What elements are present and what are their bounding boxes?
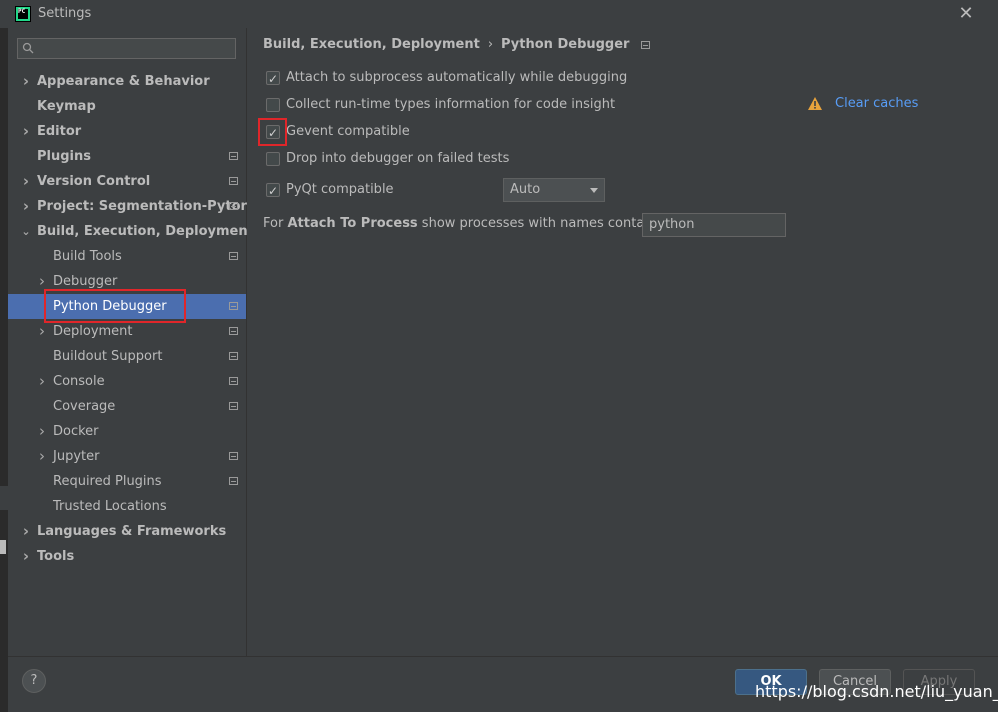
chevron-right-icon[interactable]: › bbox=[21, 194, 31, 219]
sidebar-item[interactable]: Trusted Locations bbox=[8, 494, 246, 519]
attach-process-label: For Attach To Process show processes wit… bbox=[263, 216, 681, 231]
breadcrumb-separator: › bbox=[487, 37, 494, 52]
sidebar-item-label: Languages & Frameworks bbox=[37, 524, 227, 539]
sidebar-item[interactable]: Coverage bbox=[8, 394, 246, 419]
attach-bold: Attach To Process bbox=[287, 216, 418, 231]
attach-prefix: For bbox=[263, 216, 288, 231]
sidebar-item[interactable]: › Docker bbox=[8, 419, 246, 444]
project-level-icon bbox=[229, 152, 238, 160]
window-title: Settings bbox=[38, 6, 92, 21]
sidebar-item[interactable]: Buildout Support bbox=[8, 344, 246, 369]
sidebar-item-label: Version Control bbox=[37, 174, 151, 189]
project-level-icon bbox=[229, 477, 238, 485]
background-ide-marker bbox=[0, 540, 6, 554]
project-level-icon bbox=[229, 377, 238, 385]
sidebar-item-label: Keymap bbox=[37, 99, 96, 114]
sidebar-item[interactable]: Required Plugins bbox=[8, 469, 246, 494]
option-label: Attach to subprocess automatically while… bbox=[286, 70, 628, 85]
project-level-icon bbox=[229, 452, 238, 460]
search-icon bbox=[22, 42, 34, 54]
sidebar-item-label: Coverage bbox=[53, 399, 116, 414]
project-level-icon bbox=[229, 352, 238, 360]
sidebar-item[interactable]: › Console bbox=[8, 369, 246, 394]
sidebar-item[interactable]: Build Tools bbox=[8, 244, 246, 269]
option-label: PyQt compatible bbox=[286, 182, 394, 197]
project-level-icon bbox=[229, 327, 238, 335]
chevron-right-icon[interactable]: › bbox=[21, 544, 31, 569]
sidebar-item[interactable]: Plugins bbox=[8, 144, 246, 169]
sidebar-item-label: Build Tools bbox=[53, 249, 122, 264]
sidebar-item-label: Tools bbox=[37, 549, 75, 564]
option-label: Gevent compatible bbox=[286, 124, 410, 139]
sidebar-item-label: Plugins bbox=[37, 149, 91, 164]
chevron-right-icon[interactable]: › bbox=[21, 119, 31, 144]
sidebar-item-label: Buildout Support bbox=[53, 349, 163, 364]
settings-sidebar: › Appearance & Behavior Keymap › Editor Plugi… bbox=[8, 28, 264, 656]
sidebar-item-label: Jupyter bbox=[53, 449, 100, 464]
option-label: Collect run-time types information for c… bbox=[286, 97, 616, 112]
project-level-icon bbox=[229, 177, 238, 185]
sidebar-item[interactable]: › Editor bbox=[8, 119, 246, 144]
project-level-icon bbox=[641, 40, 651, 49]
chevron-right-icon[interactable]: › bbox=[21, 169, 31, 194]
project-level-icon bbox=[229, 302, 238, 310]
sidebar-item-label: Appearance & Behavior bbox=[37, 74, 210, 89]
help-button[interactable]: ? bbox=[22, 669, 46, 693]
chevron-right-icon[interactable]: › bbox=[21, 69, 31, 94]
sidebar-item-label: Trusted Locations bbox=[53, 499, 167, 514]
clear-caches-link[interactable]: Clear caches bbox=[835, 96, 918, 111]
pyqt-mode-value: Auto bbox=[510, 182, 541, 197]
chevron-right-icon[interactable]: › bbox=[37, 369, 47, 394]
sidebar-item[interactable]: Keymap bbox=[8, 94, 246, 119]
chevron-right-icon[interactable]: › bbox=[37, 444, 47, 469]
checkbox-unchecked[interactable] bbox=[266, 98, 280, 112]
option-label: Drop into debugger on failed tests bbox=[286, 151, 510, 166]
sidebar-item-label: Console bbox=[53, 374, 105, 389]
project-level-icon bbox=[229, 202, 238, 210]
sidebar-item[interactable]: › Languages & Frameworks bbox=[8, 519, 246, 544]
sidebar-item[interactable]: › Project: Segmentation-Pytorch bbox=[8, 194, 264, 219]
breadcrumb-current: Python Debugger bbox=[501, 37, 630, 52]
breadcrumb: Build, Execution, Deployment › Python Debu… bbox=[263, 37, 651, 52]
chevron-right-icon[interactable]: › bbox=[21, 519, 31, 544]
app-icon-text: PC bbox=[18, 9, 28, 19]
warning-icon bbox=[808, 97, 822, 110]
sidebar-item[interactable]: › Version Control bbox=[8, 169, 246, 194]
search-input[interactable] bbox=[17, 38, 236, 59]
sidebar-item[interactable]: › Jupyter bbox=[8, 444, 246, 469]
sidebar-item[interactable]: ⌄ Build, Execution, Deployment bbox=[8, 219, 253, 244]
sidebar-item-label: Required Plugins bbox=[53, 474, 162, 489]
process-name-input[interactable]: python bbox=[642, 213, 786, 237]
sidebar-item-label: Build, Execution, Deployment bbox=[37, 224, 254, 239]
sidebar-item[interactable]: › Appearance & Behavior bbox=[8, 69, 246, 94]
project-level-icon bbox=[229, 402, 238, 410]
close-icon[interactable]: ✕ bbox=[956, 4, 976, 24]
breadcrumb-parent[interactable]: Build, Execution, Deployment bbox=[263, 37, 480, 52]
sidebar-item-label: Docker bbox=[53, 424, 99, 439]
title-bar: PC Settings ✕ bbox=[0, 0, 998, 28]
project-level-icon bbox=[229, 252, 238, 260]
chevron-down-icon bbox=[590, 188, 598, 193]
annotation-highlight-python-debugger bbox=[44, 289, 186, 323]
sidebar-item[interactable]: › Tools bbox=[8, 544, 246, 569]
watermark: https://blog.csdn.net/liu_yuan_kai bbox=[755, 682, 998, 701]
background-ide-strip bbox=[0, 486, 8, 510]
checkbox-checked[interactable] bbox=[266, 182, 280, 200]
annotation-highlight-gevent bbox=[258, 118, 287, 146]
checkbox-checked[interactable] bbox=[266, 70, 280, 88]
sidebar-item-label: Editor bbox=[37, 124, 82, 139]
chevron-down-icon[interactable]: ⌄ bbox=[21, 219, 31, 244]
pyqt-mode-select[interactable]: Auto bbox=[503, 178, 605, 202]
settings-content: Build, Execution, Deployment › Python Debu… bbox=[247, 28, 998, 656]
pycharm-icon: PC bbox=[15, 6, 31, 22]
chevron-right-icon[interactable]: › bbox=[37, 419, 47, 444]
checkbox-unchecked[interactable] bbox=[266, 152, 280, 166]
